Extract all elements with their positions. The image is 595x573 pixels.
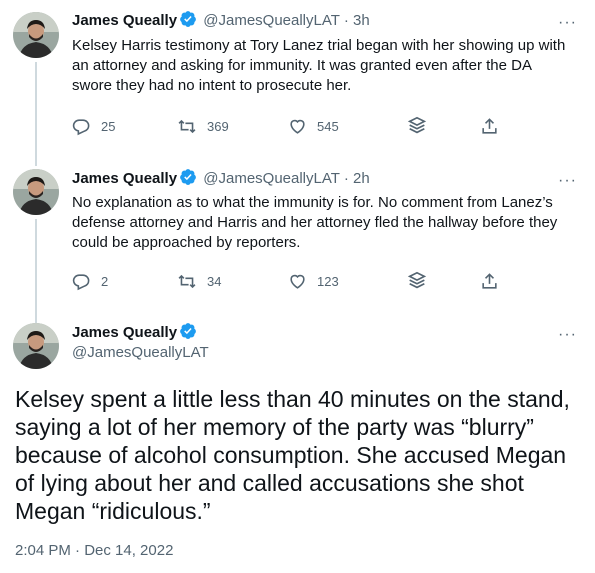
- author-handle[interactable]: @JamesQueallyLAT: [203, 170, 339, 187]
- author-name[interactable]: James Queally: [72, 170, 177, 187]
- tweet-timestamp[interactable]: 2:04 PM · Dec 14, 2022: [15, 542, 173, 559]
- retweet-button[interactable]: 34: [177, 270, 221, 292]
- reply-count: 2: [101, 273, 109, 289]
- analytics-icon: [406, 115, 428, 137]
- share-button[interactable]: [480, 270, 499, 292]
- author-handle[interactable]: @JamesQueallyLAT: [72, 343, 209, 363]
- share-icon: [480, 272, 499, 291]
- tweet-header: James Queally @JamesQueallyLAT · 2h: [72, 168, 370, 192]
- like-button[interactable]: 545: [288, 115, 339, 137]
- tweet-time[interactable]: · 3h: [344, 12, 370, 29]
- reply-count: 25: [101, 118, 116, 134]
- author-name[interactable]: James Queally: [72, 12, 177, 29]
- retweet-count: 34: [207, 273, 222, 289]
- reply-icon: [72, 117, 91, 136]
- avatar[interactable]: [13, 12, 59, 58]
- like-icon: [288, 117, 307, 136]
- more-options-icon[interactable]: ···: [558, 173, 577, 189]
- share-button[interactable]: [480, 115, 499, 137]
- more-options-icon[interactable]: ···: [558, 327, 577, 343]
- analytics-button[interactable]: [406, 115, 428, 137]
- retweet-button[interactable]: 369: [177, 115, 229, 137]
- avatar[interactable]: [13, 169, 59, 215]
- more-options-icon[interactable]: ···: [558, 15, 577, 31]
- verified-icon: [179, 168, 197, 192]
- analytics-button[interactable]: [406, 270, 428, 292]
- retweet-icon: [177, 117, 197, 136]
- like-count: 545: [317, 118, 339, 134]
- like-count: 123: [317, 273, 339, 289]
- retweet-count: 369: [207, 118, 229, 134]
- main-tweet-text: Kelsey spent a little less than 40 minut…: [15, 386, 570, 524]
- reply-button[interactable]: 25: [72, 115, 115, 137]
- retweet-icon: [177, 272, 197, 291]
- analytics-icon: [406, 270, 428, 292]
- verified-icon: [179, 10, 197, 34]
- tweet-text: Kelsey Harris testimony at Tory Lanez tr…: [72, 37, 566, 94]
- tweet-text: No explanation as to what the immunity i…: [72, 194, 558, 251]
- avatar[interactable]: [13, 323, 59, 369]
- like-icon: [288, 272, 307, 291]
- tweet-time[interactable]: · 2h: [344, 170, 370, 187]
- reply-button[interactable]: 2: [72, 270, 108, 292]
- author-name[interactable]: James Queally: [72, 324, 177, 341]
- author-handle[interactable]: @JamesQueallyLAT: [203, 12, 339, 29]
- reply-icon: [72, 272, 91, 291]
- share-icon: [480, 117, 499, 136]
- thread-line: [35, 219, 37, 323]
- thread-line: [35, 62, 37, 166]
- like-button[interactable]: 123: [288, 270, 339, 292]
- tweet-header: James Queally @JamesQueallyLAT · 3h: [72, 10, 370, 34]
